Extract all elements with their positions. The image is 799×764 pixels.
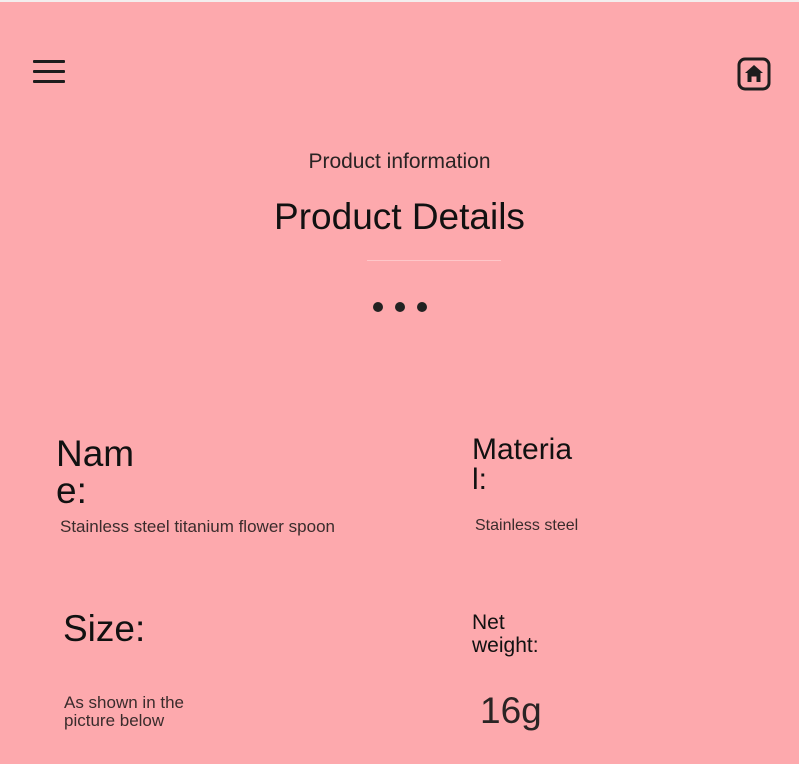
ellipsis-icon [371,302,431,314]
dot [395,302,405,312]
hamburger-menu-icon[interactable] [33,60,65,86]
home-icon-graphic [737,57,771,91]
menu-line [33,70,65,73]
dot [373,302,383,312]
menu-line [33,60,65,63]
page-title: Product Details [274,196,525,237]
net-weight-label: Net weight: [472,611,539,657]
section-subtitle: Product information [308,150,491,173]
material-value: Stainless steel [475,517,579,534]
net-weight-value: 16g [480,690,542,731]
product-details-page: Product information Product Details Name… [0,0,799,764]
size-label: Size: [63,608,146,649]
menu-line [33,80,65,83]
dot [417,302,427,312]
home-icon[interactable] [737,56,771,92]
name-value: Stainless steel titanium flower spoon [60,517,335,536]
name-label: Name: [56,433,135,511]
size-value: As shown in the picture below [64,693,185,730]
material-label: Material: [472,433,573,496]
divider [367,260,501,261]
